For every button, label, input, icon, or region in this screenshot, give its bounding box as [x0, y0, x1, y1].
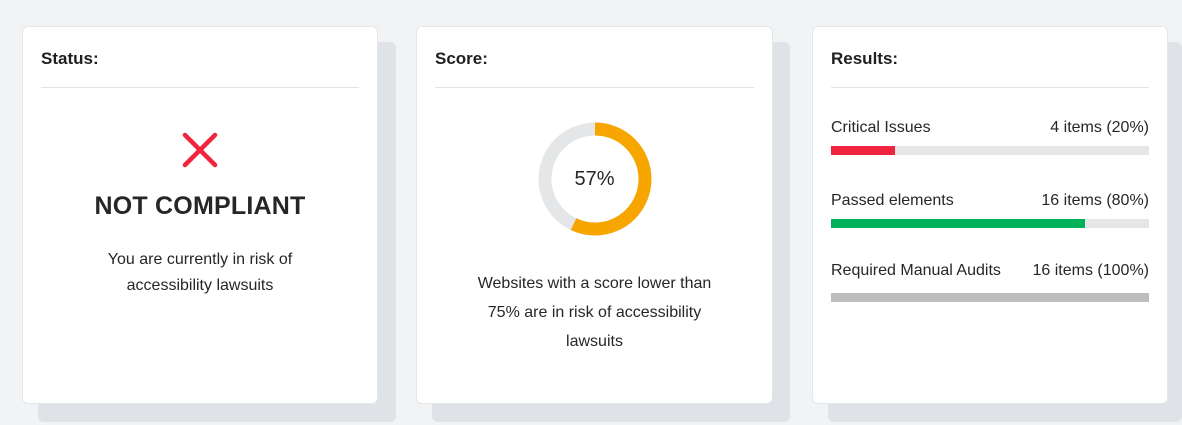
status-body: NOT COMPLIANT You are currently in risk …: [41, 130, 359, 299]
result-bar: [831, 219, 1149, 228]
results-card-title: Results:: [831, 49, 1149, 88]
result-bar-fill: [831, 219, 1086, 228]
result-item-passed: Passed elements 16 items (80%): [831, 189, 1149, 228]
status-card: Status: NOT COMPLIANT You are currently …: [22, 26, 378, 404]
status-headline: NOT COMPLIANT: [94, 192, 306, 220]
result-value: 16 items (80%): [1041, 192, 1149, 209]
result-bar-fill: [831, 293, 1149, 302]
score-value: 57%: [574, 167, 615, 190]
score-message-line: 75% are in risk of accessibility: [487, 304, 702, 321]
result-value: 16 items (100%): [1032, 262, 1150, 279]
result-label: Critical Issues: [831, 119, 931, 136]
dashboard-summary: Status: NOT COMPLIANT You are currently …: [0, 0, 1182, 425]
result-item-critical: Critical Issues 4 items (20%): [831, 116, 1149, 155]
status-message: You are currently in risk of accessibili…: [41, 247, 359, 299]
result-value: 4 items (20%): [1050, 119, 1149, 136]
cross-icon: [182, 132, 218, 168]
result-bar-fill: [831, 146, 895, 155]
score-gauge: 57%: [537, 121, 653, 237]
result-label: Passed elements: [831, 192, 954, 209]
result-item-manual: Required Manual Audits 16 items (100%): [831, 259, 1149, 302]
result-bar: [831, 293, 1149, 302]
score-message-line: lawsuits: [566, 333, 623, 350]
results-card: Results: Critical Issues 4 items (20%) P…: [812, 26, 1168, 404]
status-card-title: Status:: [41, 49, 359, 88]
score-card: Score: 57% Websites with a score lower t…: [416, 26, 773, 404]
status-message-line: You are currently in risk of: [107, 251, 293, 268]
status-message-line: accessibility lawsuits: [126, 277, 274, 294]
score-message: Websites with a score lower than 75% are…: [435, 269, 754, 356]
score-card-title: Score:: [435, 49, 754, 88]
result-bar: [831, 146, 1149, 155]
score-message-line: Websites with a score lower than: [477, 275, 712, 292]
result-label: Required Manual Audits: [831, 262, 1001, 279]
